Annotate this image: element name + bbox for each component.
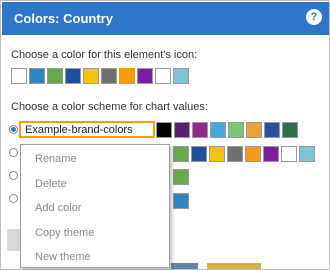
scheme2-color-swatch[interactable]: [173, 146, 189, 162]
help-icon[interactable]: ?: [306, 9, 322, 25]
scheme-radio-3[interactable]: [9, 171, 18, 180]
ok-button[interactable]: [7, 229, 21, 251]
icon-color-swatch[interactable]: [173, 68, 189, 84]
menu-item-copy-theme[interactable]: Copy theme: [35, 227, 94, 239]
context-menu: Rename Delete Add color Copy theme New t…: [20, 144, 170, 268]
icon-color-swatch[interactable]: [101, 68, 117, 84]
icon-color-swatch[interactable]: [29, 68, 45, 84]
scheme1-color-swatch[interactable]: [246, 122, 262, 138]
scheme2-color-swatch[interactable]: [281, 146, 297, 162]
scheme1-color-swatch[interactable]: [282, 122, 298, 138]
scheme1-color-swatch[interactable]: [174, 122, 190, 138]
icon-color-label: Choose a color for this element's icon:: [11, 49, 198, 61]
icon-color-swatch[interactable]: [65, 68, 81, 84]
scheme2-color-swatch[interactable]: [209, 146, 225, 162]
scheme2-color-swatch[interactable]: [245, 146, 261, 162]
menu-item-add-color[interactable]: Add color: [35, 202, 81, 214]
scheme2-color-swatch[interactable]: [263, 146, 279, 162]
scheme2-color-swatch[interactable]: [227, 146, 243, 162]
icon-color-swatch[interactable]: [11, 68, 27, 84]
scheme1-color-swatch[interactable]: [156, 122, 172, 138]
scheme1-color-swatch[interactable]: [210, 122, 226, 138]
scheme-radio-1[interactable]: [9, 125, 18, 134]
menu-item-rename[interactable]: Rename: [35, 153, 77, 165]
scheme3-swatch-row: [173, 169, 189, 185]
scheme1-color-swatch[interactable]: [228, 122, 244, 138]
scheme4-color-swatch[interactable]: [173, 193, 189, 209]
icon-color-swatch[interactable]: [137, 68, 153, 84]
scheme3-color-swatch[interactable]: [173, 169, 189, 185]
icon-color-swatch[interactable]: [83, 68, 99, 84]
menu-item-new-theme[interactable]: New theme: [35, 251, 91, 263]
scheme1-color-swatch[interactable]: [192, 122, 208, 138]
dialog-titlebar: Colors: Country ?: [2, 2, 329, 35]
icon-color-swatch[interactable]: [119, 68, 135, 84]
scheme-radio-4[interactable]: [9, 194, 18, 203]
scheme2-swatch-row: [173, 146, 315, 162]
icon-swatch-row: [11, 68, 189, 84]
scheme1-swatch-row: [156, 122, 298, 138]
scheme4-swatch-row: [173, 193, 189, 209]
bottom-link-fragment: [171, 263, 261, 269]
scheme-name-input[interactable]: [19, 121, 155, 138]
scheme1-color-swatch[interactable]: [264, 122, 280, 138]
icon-color-swatch[interactable]: [155, 68, 171, 84]
colors-dialog: Colors: Country ? Choose a color for thi…: [0, 0, 330, 270]
scheme2-color-swatch[interactable]: [191, 146, 207, 162]
scheme-radio-2[interactable]: [9, 148, 18, 157]
menu-item-delete[interactable]: Delete: [35, 178, 67, 190]
dialog-title: Colors: Country: [14, 11, 113, 26]
icon-color-swatch[interactable]: [47, 68, 63, 84]
scheme2-color-swatch[interactable]: [299, 146, 315, 162]
scheme-label: Choose a color scheme for chart values:: [11, 101, 208, 113]
